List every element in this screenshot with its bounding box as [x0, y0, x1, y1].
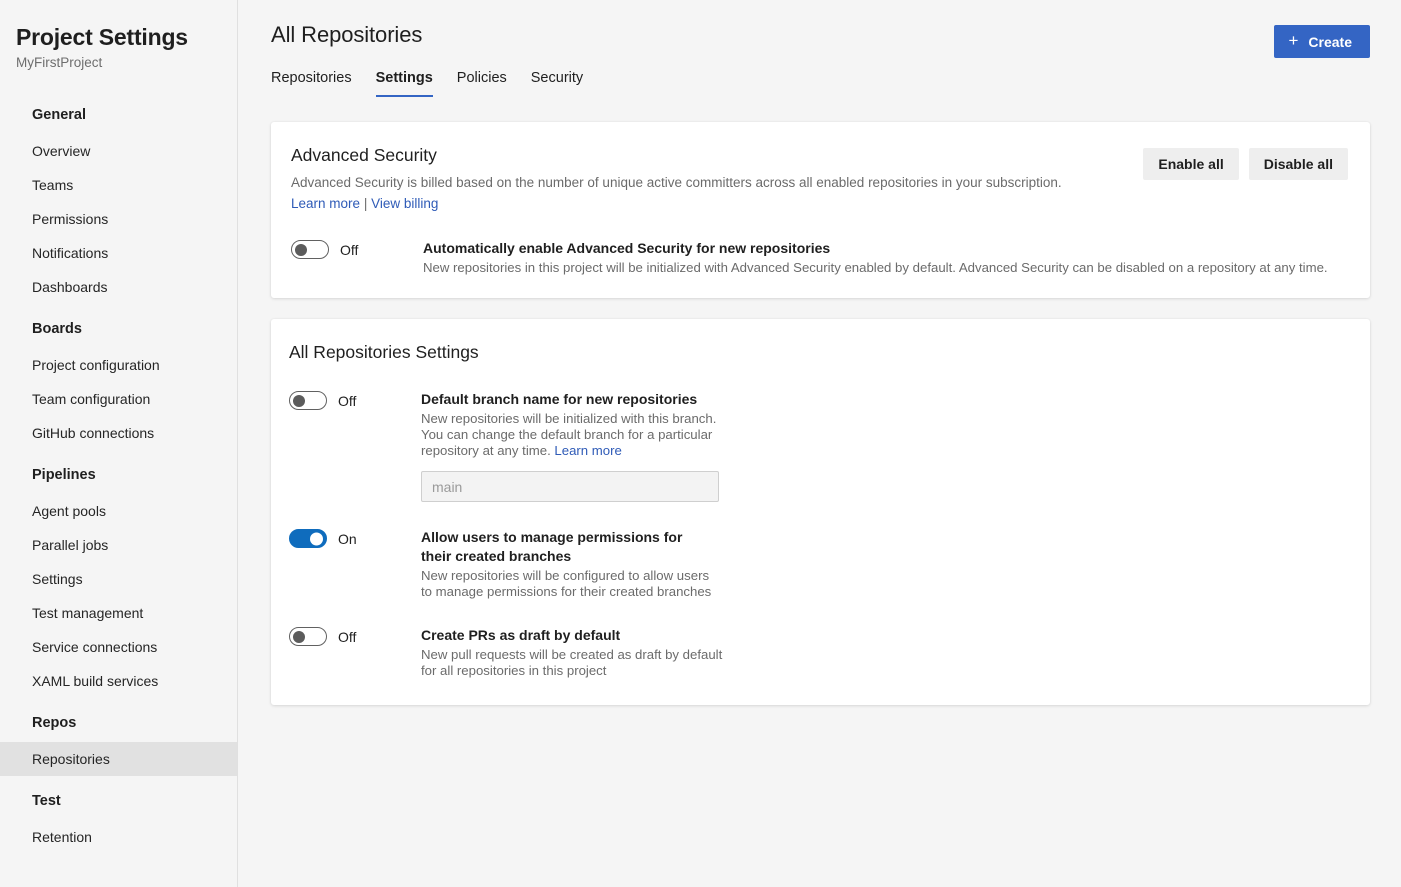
learn-more-link[interactable]: Learn more: [291, 196, 360, 211]
default-branch-setting-title: Default branch name for new repositories: [421, 391, 698, 407]
sidebar-group-pipelines: Pipelines: [32, 467, 96, 483]
default-branch-toggle[interactable]: [289, 391, 327, 410]
sidebar-item-project-configuration[interactable]: Project configuration: [0, 348, 237, 382]
sidebar-group-test: Test: [32, 793, 61, 809]
all-repositories-settings-card: All Repositories Settings Off Default br…: [271, 319, 1370, 705]
sidebar-item-xaml-build-services[interactable]: XAML build services: [0, 664, 237, 698]
manage-permissions-toggle-state: On: [338, 530, 357, 547]
default-branch-row: Off Default branch name for new reposito…: [289, 390, 1348, 502]
sidebar-item-agent-pools[interactable]: Agent pools: [0, 494, 237, 528]
sidebar-nav: General Overview Teams Permissions Notif…: [0, 96, 237, 854]
sidebar-item-test-management[interactable]: Test management: [0, 596, 237, 630]
sidebar-item-teams[interactable]: Teams: [0, 168, 237, 202]
manage-permissions-setting-title: Allow users to manage permissions for th…: [421, 529, 683, 564]
all-repositories-settings-heading: All Repositories Settings: [289, 342, 479, 362]
page-title: All Repositories: [271, 22, 423, 47]
view-billing-link[interactable]: View billing: [371, 196, 438, 211]
default-branch-toggle-cell: Off: [289, 390, 421, 410]
sidebar-group-general: General: [32, 107, 86, 123]
sidebar-item-overview[interactable]: Overview: [0, 134, 237, 168]
sidebar: Project Settings MyFirstProject General …: [0, 0, 238, 887]
auto-enable-setting-description: New repositories in this project will be…: [423, 260, 1328, 275]
auto-enable-advanced-security-row: Off Automatically enable Advanced Securi…: [291, 239, 1348, 276]
tab-repositories[interactable]: Repositories: [271, 68, 352, 97]
create-button-label: Create: [1308, 33, 1352, 50]
manage-permissions-toggle[interactable]: [289, 529, 327, 548]
link-separator: |: [363, 196, 368, 211]
tab-settings[interactable]: Settings: [375, 68, 434, 97]
toggle-knob: [293, 394, 305, 407]
tab-bar: Repositories Settings Policies Security: [271, 68, 1370, 99]
draft-prs-toggle-state: Off: [338, 628, 357, 645]
draft-prs-setting-title: Create PRs as draft by default: [421, 627, 621, 643]
sidebar-title: Project Settings: [16, 24, 188, 50]
sidebar-group-boards: Boards: [32, 321, 82, 337]
advanced-security-description: Advanced Security is billed based on the…: [291, 175, 1062, 190]
sidebar-item-service-connections[interactable]: Service connections: [0, 630, 237, 664]
advanced-security-links: Learn more | View billing: [291, 195, 1348, 213]
tab-security[interactable]: Security: [531, 68, 583, 97]
toggle-knob: [293, 630, 305, 643]
create-button[interactable]: + Create: [1274, 25, 1370, 58]
sidebar-item-retention[interactable]: Retention: [0, 820, 237, 854]
auto-enable-toggle-cell: Off: [291, 239, 423, 259]
default-branch-name-input[interactable]: [421, 471, 719, 502]
draft-prs-toggle-cell: Off: [289, 626, 421, 646]
default-branch-setting-body: Default branch name for new repositories…: [421, 390, 1348, 502]
sidebar-item-dashboards[interactable]: Dashboards: [0, 270, 237, 304]
enable-all-button[interactable]: Enable all: [1143, 148, 1239, 180]
draft-prs-setting-description: New pull requests will be created as dra…: [421, 647, 723, 678]
sidebar-item-repositories[interactable]: Repositories: [0, 742, 237, 776]
sidebar-item-team-configuration[interactable]: Team configuration: [0, 382, 237, 416]
main-content: All Repositories + Create Repositories S…: [238, 0, 1401, 887]
draft-prs-row: Off Create PRs as draft by default New p…: [289, 626, 1348, 679]
page-header: All Repositories + Create Repositories S…: [271, 0, 1370, 99]
sidebar-group-repos: Repos: [32, 715, 77, 731]
default-branch-toggle-state: Off: [338, 392, 357, 409]
advanced-security-actions: Enable all Disable all: [1143, 148, 1348, 180]
app-root: Project Settings MyFirstProject General …: [0, 0, 1401, 887]
auto-enable-setting-body: Automatically enable Advanced Security f…: [423, 239, 1348, 276]
manage-permissions-setting-body: Allow users to manage permissions for th…: [421, 528, 1348, 600]
sidebar-item-notifications[interactable]: Notifications: [0, 236, 237, 270]
draft-prs-toggle[interactable]: [289, 627, 327, 646]
advanced-security-card: Enable all Disable all Advanced Security…: [271, 122, 1370, 298]
tab-policies[interactable]: Policies: [457, 68, 507, 97]
toggle-knob: [295, 243, 307, 256]
manage-permissions-setting-description: New repositories will be configured to a…: [421, 568, 712, 599]
sidebar-item-github-connections[interactable]: GitHub connections: [0, 416, 237, 450]
default-branch-learn-more-link[interactable]: Learn more: [554, 443, 621, 458]
auto-enable-advanced-security-toggle[interactable]: [291, 240, 329, 259]
manage-permissions-row: On Allow users to manage permissions for…: [289, 528, 1348, 600]
auto-enable-setting-title: Automatically enable Advanced Security f…: [423, 240, 831, 256]
auto-enable-toggle-state: Off: [340, 241, 359, 258]
sidebar-item-permissions[interactable]: Permissions: [0, 202, 237, 236]
default-branch-setting-description: New repositories will be initialized wit…: [421, 411, 739, 459]
manage-permissions-toggle-cell: On: [289, 528, 421, 548]
sidebar-item-parallel-jobs[interactable]: Parallel jobs: [0, 528, 237, 562]
draft-prs-setting-body: Create PRs as draft by default New pull …: [421, 626, 1348, 679]
disable-all-button[interactable]: Disable all: [1248, 148, 1348, 180]
toggle-knob: [310, 532, 323, 545]
sidebar-project-name: MyFirstProject: [16, 55, 103, 70]
sidebar-item-settings[interactable]: Settings: [0, 562, 237, 596]
plus-icon: +: [1288, 31, 1299, 50]
